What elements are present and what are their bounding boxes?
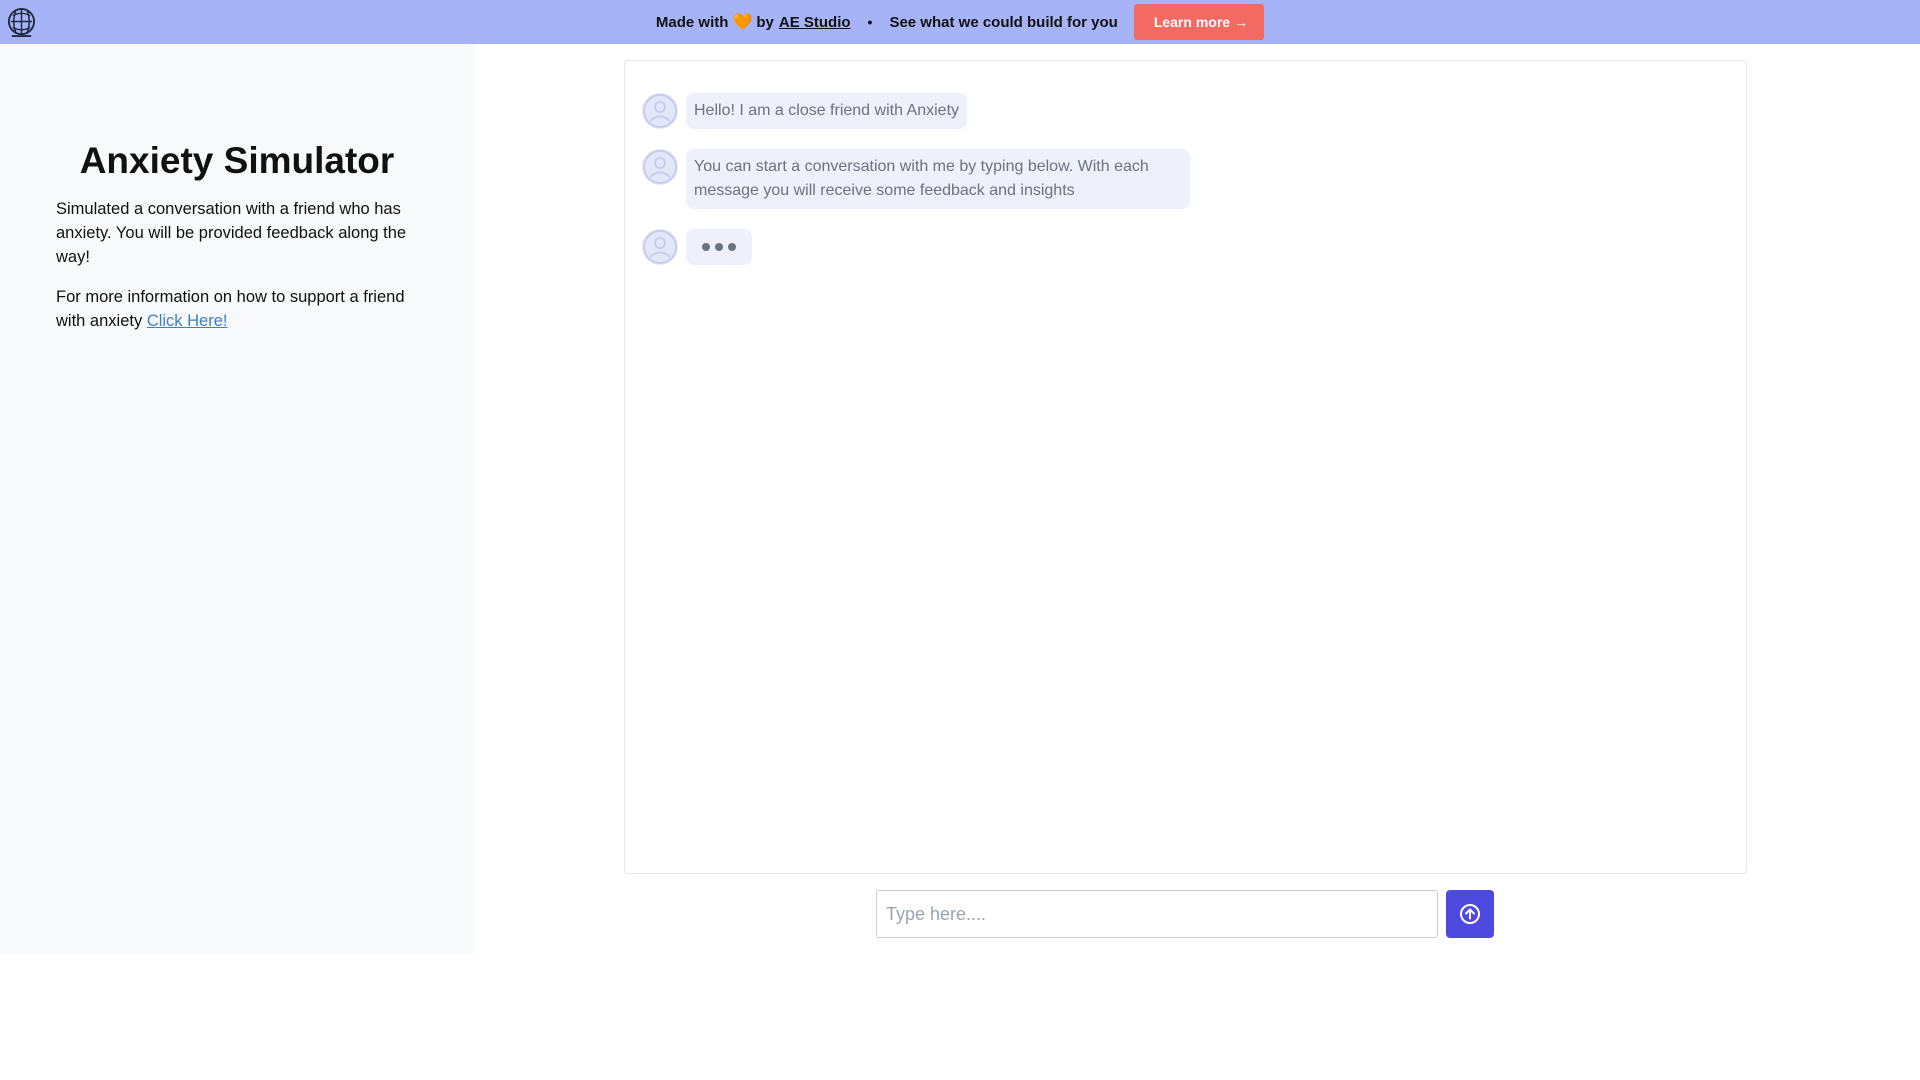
learn-more-label: Learn more: [1153, 14, 1231, 30]
info-paragraph: For more information on how to support a…: [56, 285, 416, 333]
ae-studio-link[interactable]: AE Studio: [779, 14, 851, 31]
typing-indicator: [642, 229, 752, 265]
learn-more-button[interactable]: Learn more →: [1133, 4, 1265, 40]
chat-message: You can start a conversation with me by …: [642, 149, 1190, 209]
chat-panel[interactable]: Hello! I am a close friend with Anxiety …: [624, 60, 1747, 874]
message-composer: [876, 890, 1494, 938]
sidebar: Anxiety Simulator Simulated a conversati…: [0, 44, 474, 954]
click-here-link[interactable]: Click Here!: [147, 312, 228, 330]
message-input[interactable]: [876, 890, 1438, 938]
user-avatar-icon: [642, 93, 678, 129]
message-bubble: Hello! I am a close friend with Anxiety: [686, 93, 968, 129]
message-bubble: You can start a conversation with me by …: [686, 149, 1190, 209]
typing-dots-icon: [686, 229, 752, 265]
description-text: Simulated a conversation with a friend w…: [56, 200, 407, 266]
made-with-text: Made with: [655, 13, 729, 31]
arrow-right-icon: →: [1234, 14, 1249, 30]
user-avatar-icon: [642, 149, 678, 185]
send-button[interactable]: [1446, 890, 1494, 938]
promo-banner: Made with 🧡 by AE Studio • See what we c…: [0, 0, 1920, 44]
arrow-up-circle-icon: [1460, 904, 1480, 924]
user-avatar-icon: [642, 229, 678, 265]
info-text: For more information on how to support a…: [56, 288, 405, 330]
chat-message: Hello! I am a close friend with Anxiety: [642, 93, 968, 129]
brain-globe-icon[interactable]: [6, 7, 37, 38]
tagline-text: See what we could build for you: [889, 13, 1118, 31]
by-text: by: [756, 13, 774, 31]
page-title: Anxiety Simulator: [79, 140, 395, 181]
heart-icon: 🧡: [732, 14, 753, 31]
separator-dot: •: [867, 14, 873, 30]
